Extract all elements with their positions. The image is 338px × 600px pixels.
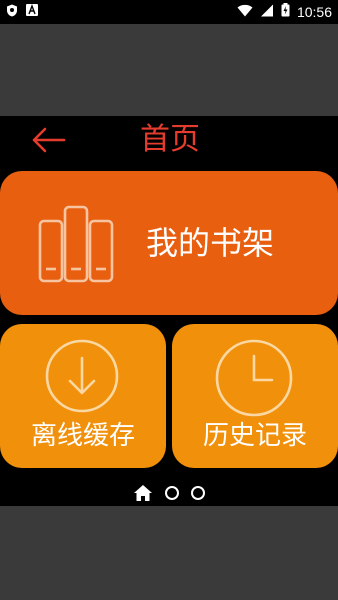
clock-icon <box>214 338 293 417</box>
page-indicator <box>0 482 338 504</box>
offline-cache-button[interactable]: 离线缓存 <box>0 324 166 468</box>
wifi-icon <box>237 4 253 21</box>
back-button[interactable] <box>28 122 68 158</box>
battery-charging-icon <box>281 3 290 21</box>
app-screen: 首页 我的书架 离线缓存 历史记录 <box>0 116 338 506</box>
arrow-left-icon <box>32 127 66 153</box>
signal-icon <box>260 4 274 21</box>
history-label: 历史记录 <box>202 421 307 451</box>
offline-cache-label: 离线缓存 <box>30 421 135 451</box>
page-title: 首页 <box>140 122 200 157</box>
clock-time: 10:56 <box>296 4 332 20</box>
page-dot-3[interactable] <box>191 486 205 500</box>
home-icon[interactable] <box>133 484 153 502</box>
shield-icon <box>6 4 18 21</box>
history-button[interactable]: 历史记录 <box>172 324 338 468</box>
bookshelf-button[interactable]: 我的书架 <box>0 171 338 315</box>
status-bar: 10:56 <box>0 0 338 24</box>
font-a-icon <box>26 4 38 20</box>
header: 首页 <box>0 116 338 164</box>
download-circle-icon <box>44 338 120 414</box>
bookshelf-label: 我的书架 <box>146 224 275 262</box>
books-icon <box>38 205 114 285</box>
page-dot-2[interactable] <box>165 486 179 500</box>
